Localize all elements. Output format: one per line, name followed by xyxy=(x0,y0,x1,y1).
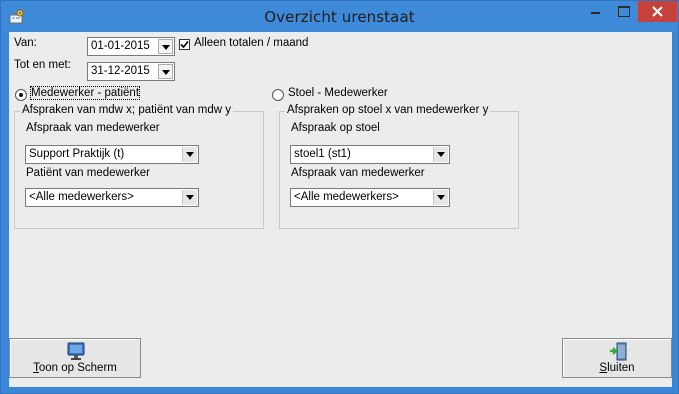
show-on-screen-label: Toon op Scherm xyxy=(33,362,117,374)
report-window: Overzicht urenstaat Van: 01-01-2015 Alle… xyxy=(0,0,679,394)
title-bar[interactable]: Overzicht urenstaat xyxy=(1,1,678,32)
appointment-employee-value: Support Praktijk (t) xyxy=(29,148,125,160)
appointment-employee-select[interactable]: Support Praktijk (t) xyxy=(25,145,199,164)
totals-only-label[interactable]: Alleen totalen / maand xyxy=(194,37,308,49)
appointment-chair-value: stoel1 (st1) xyxy=(294,148,351,160)
patient-employee-label: Patiënt van medewerker xyxy=(26,167,151,179)
appointment-employee-label: Afspraak van medewerker xyxy=(26,122,160,134)
group-right-legend: Afspraken op stoel x van medewerker y xyxy=(285,104,491,116)
from-date-picker[interactable]: 01-01-2015 xyxy=(87,37,175,56)
chevron-down-icon[interactable] xyxy=(158,64,173,79)
radio-chair-employee-label[interactable]: Stoel - Medewerker xyxy=(288,87,388,99)
patient-employee-value: <Alle medewerkers> xyxy=(29,191,134,203)
group-left-legend: Afspraken van mdw x; patiënt van mdw y xyxy=(20,104,234,116)
show-on-screen-button[interactable]: Toon op Scherm xyxy=(9,338,141,378)
group-employee-patient: Afspraken van mdw x; patiënt van mdw y A… xyxy=(14,104,264,229)
totals-only-checkbox[interactable] xyxy=(179,39,190,50)
to-date-picker[interactable]: 31-12-2015 xyxy=(87,62,175,81)
chevron-down-icon[interactable] xyxy=(182,190,197,205)
radio-employee-patient[interactable] xyxy=(15,89,27,101)
from-label: Van: xyxy=(14,37,37,49)
chevron-down-icon[interactable] xyxy=(433,147,448,162)
to-label: Tot en met: xyxy=(14,59,71,71)
appointment-chair-label: Afspraak op stoel xyxy=(291,122,380,134)
monitor-icon xyxy=(67,342,85,360)
to-date-value: 31-12-2015 xyxy=(91,65,150,77)
radio-chair-employee[interactable] xyxy=(272,89,284,101)
checkmark-icon xyxy=(180,40,189,49)
chair-employee-value: <Alle medewerkers> xyxy=(294,191,399,203)
close-icon xyxy=(652,6,663,17)
radio-employee-patient-label[interactable]: Medewerker - patiënt xyxy=(29,86,141,100)
appointment-chair-select[interactable]: stoel1 (st1) xyxy=(290,145,450,164)
dialog-body: Van: 01-01-2015 Alleen totalen / maand T… xyxy=(9,32,672,387)
patient-employee-select[interactable]: <Alle medewerkers> xyxy=(25,188,199,207)
close-button[interactable]: Sluiten xyxy=(562,338,672,378)
chair-employee-label: Afspraak van medewerker xyxy=(291,167,425,179)
window-title: Overzicht urenstaat xyxy=(264,8,415,26)
chevron-down-icon[interactable] xyxy=(433,190,448,205)
close-label: Sluiten xyxy=(599,362,635,374)
maximize-button[interactable] xyxy=(610,1,637,22)
chair-employee-select[interactable]: <Alle medewerkers> xyxy=(290,188,450,207)
minimize-button[interactable] xyxy=(582,1,609,22)
group-chair-employee: Afspraken op stoel x van medewerker y Af… xyxy=(279,104,519,229)
exit-door-icon xyxy=(610,342,627,361)
chevron-down-icon[interactable] xyxy=(158,39,173,54)
close-window-button[interactable] xyxy=(638,1,677,22)
from-date-value: 01-01-2015 xyxy=(91,40,150,52)
chevron-down-icon[interactable] xyxy=(182,147,197,162)
